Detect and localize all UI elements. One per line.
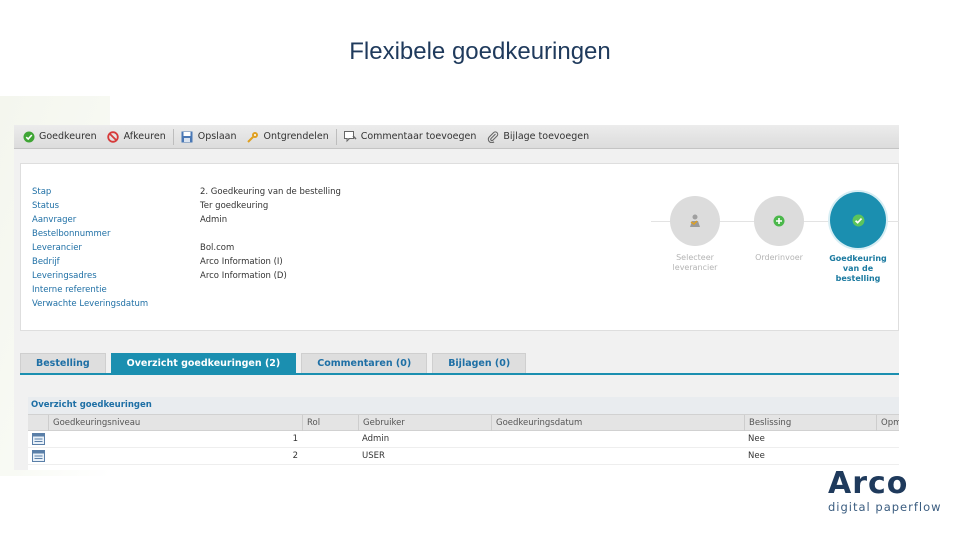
paperclip-icon xyxy=(486,130,499,143)
arco-logo: Arco digital paperflow xyxy=(828,466,942,518)
add-comment-label: Commentaar toevoegen xyxy=(360,131,477,142)
workflow-step-label: Orderinvoer xyxy=(755,253,803,262)
toolbar: Goedkeuren Afkeuren Opslaan Ontgrendelen xyxy=(14,125,899,149)
approve-label: Goedkeuren xyxy=(39,131,97,142)
logo-tagline: digital paperflow xyxy=(828,500,942,514)
toolbar-separator xyxy=(172,128,174,145)
info-value: Admin xyxy=(200,215,228,225)
workflow-step-label: bestelling xyxy=(835,274,881,283)
grid-title: Overzicht goedkeuringen xyxy=(28,397,899,414)
add-attachment-button[interactable]: Bijlage toevoegen xyxy=(481,128,594,146)
tab-overzicht-goedkeuringen[interactable]: Overzicht goedkeuringen (2) xyxy=(110,353,297,373)
check-circle-icon xyxy=(22,130,35,143)
reject-label: Afkeuren xyxy=(123,131,166,142)
info-value: Arco Information (I) xyxy=(200,257,283,267)
toolbar-separator xyxy=(335,128,337,145)
column-header-opmerking[interactable]: Opm xyxy=(876,415,899,431)
info-label: Status xyxy=(32,201,60,211)
form-icon[interactable] xyxy=(32,433,45,445)
order-info-panel: Stap 2. Goedkeuring van de bestelling St… xyxy=(20,163,899,331)
reject-button[interactable]: Afkeuren xyxy=(102,128,171,146)
unlock-icon xyxy=(247,130,260,143)
column-header-gebruiker[interactable]: Gebruiker xyxy=(358,415,491,431)
app-window: Goedkeuren Afkeuren Opslaan Ontgrendelen xyxy=(14,125,899,470)
approvals-grid: Overzicht goedkeuringen Goedkeuringsnive… xyxy=(28,397,899,470)
table-row[interactable]: 1 Admin Nee xyxy=(28,431,899,448)
workflow-step-orderinvoer[interactable]: Orderinvoer xyxy=(747,196,811,263)
grid-header: Goedkeuringsniveau Rol Gebruiker Goedkeu… xyxy=(28,414,899,431)
save-label: Opslaan xyxy=(197,131,237,142)
form-icon[interactable] xyxy=(32,450,45,462)
info-label: Bedrijf xyxy=(32,257,60,267)
logo-wordmark: Arco xyxy=(828,466,909,501)
column-header-niveau[interactable]: Goedkeuringsniveau xyxy=(48,415,302,431)
add-comment-button[interactable]: Commentaar toevoegen xyxy=(339,128,482,146)
column-header-beslissing[interactable]: Beslissing xyxy=(744,415,876,431)
cell-niveau: 2 xyxy=(292,451,298,461)
info-value: 2. Goedkeuring van de bestelling xyxy=(200,187,341,197)
info-value: Bol.com xyxy=(200,243,235,253)
cell-beslissing: Nee xyxy=(748,434,765,444)
info-value: Arco Information (D) xyxy=(200,271,287,281)
table-row[interactable]: 2 USER Nee xyxy=(28,448,899,465)
workflow-steps: Selecteer leverancier Orderinvoer Goedke… xyxy=(651,184,899,304)
cell-gebruiker: Admin xyxy=(362,434,390,444)
info-value: Ter goedkeuring xyxy=(200,201,269,211)
add-attachment-label: Bijlage toevoegen xyxy=(503,131,590,142)
save-icon xyxy=(181,130,194,143)
unlock-button[interactable]: Ontgrendelen xyxy=(242,128,334,146)
cell-rol xyxy=(306,431,358,448)
tab-underline xyxy=(20,373,899,375)
cell-gebruiker: USER xyxy=(362,451,385,461)
cell-rol xyxy=(306,448,358,465)
unlock-label: Ontgrendelen xyxy=(263,131,329,142)
workflow-step-selecteer-leverancier[interactable]: Selecteer leverancier xyxy=(663,196,727,273)
check-shield-icon xyxy=(830,192,886,248)
cell-beslissing: Nee xyxy=(748,451,765,461)
workflow-step-label: Goedkeuring xyxy=(829,254,887,263)
info-label: Bestelbonnummer xyxy=(32,229,111,239)
info-label: Leveringsadres xyxy=(32,271,97,281)
cell-datum xyxy=(495,431,744,448)
comment-icon xyxy=(343,130,357,143)
tab-commentaren[interactable]: Commentaren (0) xyxy=(301,353,428,373)
workflow-step-label: leverancier xyxy=(672,263,718,272)
workflow-step-label: van de xyxy=(842,264,874,273)
workflow-step-goedkeuring[interactable]: Goedkeuring van de bestelling xyxy=(825,192,891,284)
cell-datum xyxy=(495,448,744,465)
approve-button[interactable]: Goedkeuren xyxy=(17,128,102,146)
tab-bar: Bestelling Overzicht goedkeuringen (2) C… xyxy=(20,353,531,373)
column-header-goedkeuringsdatum[interactable]: Goedkeuringsdatum xyxy=(491,415,744,431)
info-label: Leverancier xyxy=(32,243,82,253)
person-hand-icon xyxy=(670,196,720,246)
tab-bestelling[interactable]: Bestelling xyxy=(20,353,106,373)
info-label: Verwachte Leveringsdatum xyxy=(32,299,149,309)
no-entry-icon xyxy=(107,130,120,143)
save-button[interactable]: Opslaan xyxy=(176,128,242,146)
cell-niveau: 1 xyxy=(292,434,298,444)
tab-bijlagen[interactable]: Bijlagen (0) xyxy=(432,353,527,373)
info-label: Interne referentie xyxy=(32,285,107,295)
column-header-rol[interactable]: Rol xyxy=(302,415,358,431)
slide-title: Flexibele goedkeuringen xyxy=(349,38,611,65)
plus-circle-icon xyxy=(754,196,804,246)
info-label: Stap xyxy=(32,187,52,197)
info-label: Aanvrager xyxy=(32,215,77,225)
workflow-step-label: Selecteer xyxy=(676,253,714,262)
